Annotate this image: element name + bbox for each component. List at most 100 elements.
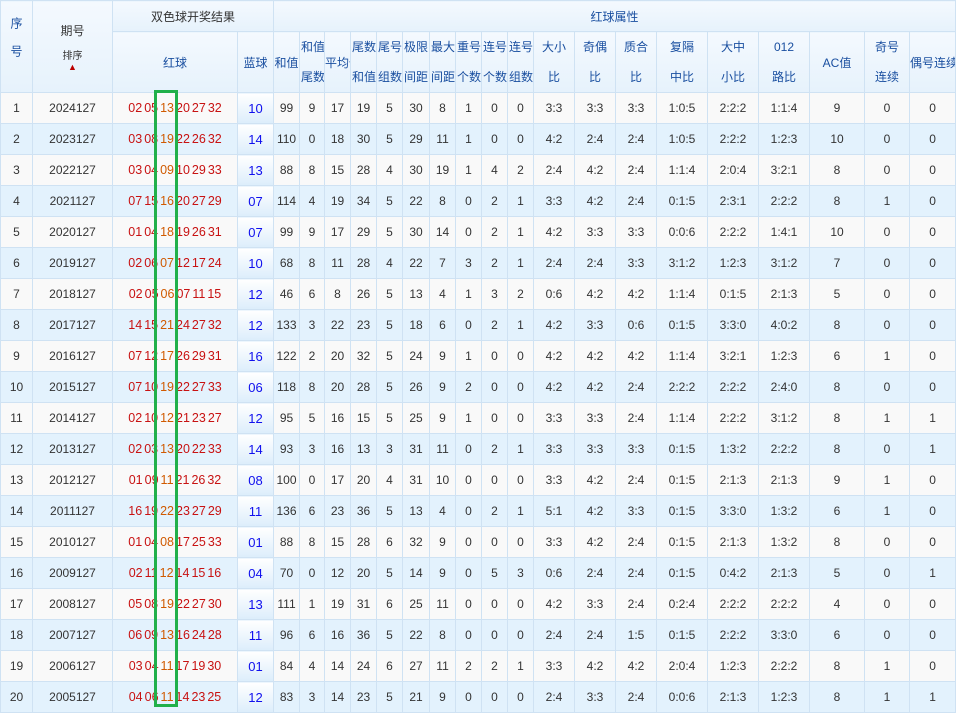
attr-cell-2: 19 (324, 185, 352, 217)
attr-cell-2: 18 (324, 123, 352, 155)
attr-cell-3: 20 (350, 464, 378, 496)
attr-cell-5: 24 (402, 340, 431, 372)
attr-cell-18: 0 (909, 278, 957, 310)
red-ball: 02 (128, 411, 143, 425)
red-balls-cell: 01 04 08 17 25 33 (112, 526, 238, 558)
red-ball: 31 (207, 225, 222, 239)
attr-cell-4: 5 (376, 216, 404, 248)
attr-cell-0: 88 (273, 526, 301, 558)
attr-cell-10: 4:2 (533, 123, 576, 155)
red-ball: 17 (160, 349, 174, 363)
attr-cell-14: 3:3:0 (707, 309, 760, 341)
red-balls-cell: 14 15 21 24 27 32 (112, 309, 238, 341)
sort-button[interactable]: 排序 (34, 47, 112, 62)
red-ball: 07 (160, 256, 174, 270)
attr-cell-2: 14 (324, 650, 352, 682)
attr-cell-1: 4 (299, 650, 326, 682)
attr-cell-5: 13 (402, 495, 431, 527)
header-col-1: 和值尾数 (299, 31, 326, 93)
attr-cell-18: 0 (909, 247, 957, 279)
attr-cell-3: 36 (350, 619, 378, 651)
red-balls-cell: 03 04 09 10 29 33 (112, 154, 238, 186)
attr-cell-13: 1:0:5 (656, 92, 709, 124)
attr-cell-9: 0 (507, 340, 535, 372)
attr-cell-16: 6 (809, 340, 866, 372)
attr-cell-15: 2:2:2 (758, 185, 811, 217)
header-col-7: 重号个数 (455, 31, 483, 93)
attr-cell-1: 8 (299, 526, 326, 558)
attr-cell-4: 5 (376, 619, 404, 651)
red-ball: 23 (176, 504, 190, 518)
attr-cell-5: 22 (402, 247, 431, 279)
seq-cell: 15 (0, 526, 33, 558)
attr-cell-1: 6 (299, 495, 326, 527)
attr-cell-7: 0 (455, 216, 483, 248)
red-ball: 04 (144, 225, 159, 239)
red-ball: 30 (207, 659, 222, 673)
attr-cell-4: 5 (376, 681, 404, 713)
attr-cell-11: 3:3 (574, 216, 617, 248)
seq-cell: 7 (0, 278, 33, 310)
red-ball: 15 (144, 194, 159, 208)
seq-cell: 18 (0, 619, 33, 651)
attr-cell-17: 0 (864, 216, 911, 248)
attr-cell-9: 0 (507, 402, 535, 434)
attr-cell-8: 0 (481, 588, 509, 620)
attr-cell-8: 0 (481, 402, 509, 434)
table-row: 19 2006127 03 04 11 17 19 30 01 84 4 14 24 6 27 11 2 2 1 3:… (0, 650, 957, 682)
attr-cell-5: 18 (402, 309, 431, 341)
red-balls-cell: 02 06 07 12 17 24 (112, 247, 238, 279)
attr-cell-1: 6 (299, 619, 326, 651)
attr-cell-2: 16 (324, 619, 352, 651)
attr-cell-16: 7 (809, 247, 866, 279)
header-col-9: 连号组数 (507, 31, 535, 93)
sort-arrow-up-icon[interactable]: ▲ (34, 62, 112, 72)
red-ball: 22 (191, 442, 206, 456)
attr-cell-11: 2:4 (574, 619, 617, 651)
red-ball: 21 (160, 318, 174, 332)
attr-cell-10: 3:3 (533, 92, 576, 124)
attr-cell-7: 0 (455, 619, 483, 651)
header-issue[interactable]: 期号 排序 ▲ (32, 0, 113, 93)
header-col-12: 质合比 (615, 31, 658, 93)
attr-cell-3: 23 (350, 309, 378, 341)
red-ball: 14 (175, 690, 190, 704)
attr-cell-16: 8 (809, 681, 866, 713)
attr-cell-8: 4 (481, 154, 509, 186)
blue-ball-cell: 14 (236, 433, 275, 465)
attr-cell-14: 2:1:3 (707, 681, 760, 713)
red-ball: 27 (191, 597, 206, 611)
red-ball: 19 (160, 132, 174, 146)
attr-cell-10: 3:3 (533, 526, 576, 558)
red-ball: 14 (175, 566, 190, 580)
red-ball: 27 (191, 318, 206, 332)
red-ball: 32 (207, 132, 222, 146)
attr-cell-15: 4:0:2 (758, 309, 811, 341)
attr-cell-9: 1 (507, 650, 535, 682)
attr-cell-5: 22 (402, 185, 431, 217)
attr-cell-14: 2:2:2 (707, 216, 760, 248)
attr-cell-12: 0:6 (615, 309, 658, 341)
seq-cell: 5 (0, 216, 33, 248)
attr-cell-18: 0 (909, 464, 957, 496)
attr-cell-16: 9 (809, 92, 866, 124)
table-row: 10 2015127 07 10 19 22 27 33 06 118 8 20 28 5 26 9 2 0 0 4:… (0, 371, 957, 403)
attr-cell-15: 3:2:1 (758, 154, 811, 186)
attr-cell-13: 2:0:4 (656, 650, 709, 682)
attr-cell-7: 2 (455, 371, 483, 403)
attr-cell-11: 4:2 (574, 495, 617, 527)
attr-cell-3: 28 (350, 154, 378, 186)
lottery-history-table: 序号 期号 排序 ▲ 双色球开奖结果 红球属性 红球 蓝球 和值和值尾数平均值尾… (0, 0, 957, 713)
attr-cell-12: 4:2 (615, 650, 658, 682)
attr-cell-1: 8 (299, 154, 326, 186)
attr-cell-14: 2:2:2 (707, 588, 760, 620)
attr-cell-13: 0:0:6 (656, 216, 709, 248)
attr-cell-6: 9 (429, 402, 457, 434)
attr-cell-10: 2:4 (533, 681, 576, 713)
header-seq-label: 序号 (9, 17, 23, 73)
attr-cell-9: 2 (507, 154, 535, 186)
attr-cell-17: 1 (864, 495, 911, 527)
attr-cell-6: 10 (429, 464, 457, 496)
attr-cell-9: 1 (507, 495, 535, 527)
issue-cell: 2017127 (32, 309, 113, 341)
